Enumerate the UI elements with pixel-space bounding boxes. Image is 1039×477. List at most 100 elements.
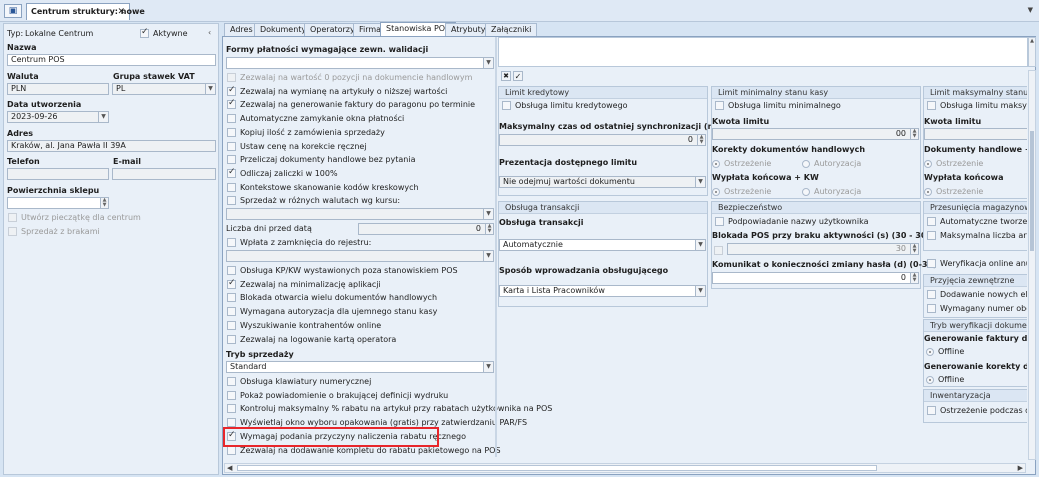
spinner-icon[interactable]: ▲ ▼ <box>910 273 918 283</box>
vat-select[interactable]: PL ▼ <box>112 83 216 95</box>
option-checkbox[interactable]: Przeliczaj dokumenty handlowe bez pytani… <box>227 154 415 165</box>
checkbox-icon <box>927 101 936 110</box>
sposob-select[interactable]: Karta i Lista Pracowników ▼ <box>499 285 706 297</box>
korekty-ostrzezenie-radio[interactable]: Ostrzeżenie <box>712 159 771 168</box>
tab-zalaczniki[interactable]: Załączniki <box>485 23 538 36</box>
blokada-checkbox[interactable] <box>714 246 723 255</box>
adres-input[interactable]: Kraków, al. Jana Pawła II 39A <box>7 140 216 152</box>
option-checkbox[interactable]: Obsługa klawiatury numerycznej <box>227 376 371 387</box>
option-checkbox[interactable]: Wymagana autoryzacja dla ujemnego stanu … <box>227 306 437 317</box>
weryf-checkbox[interactable]: Weryfikacja online anulowania <box>927 259 1027 268</box>
main-vertical-scrollbar[interactable] <box>1028 70 1036 460</box>
limit-kredytowy-checkbox[interactable]: Obsługa limitu kredytowego <box>502 101 628 110</box>
obsluga-select[interactable]: Automatycznie ▼ <box>499 239 706 251</box>
wyplata-autoryzacja-radio[interactable]: Autoryzacja <box>802 187 861 196</box>
korekty-autoryzacja-radio[interactable]: Autoryzacja <box>802 159 861 168</box>
limit-maksymalny-checkbox[interactable]: Obsługa limitu maksymalnego <box>927 101 1027 110</box>
waluty-select[interactable]: ▼ <box>226 208 494 220</box>
email-input[interactable] <box>112 168 216 180</box>
aktywne-checkbox[interactable]: Aktywne <box>140 27 188 38</box>
chevron-down-icon[interactable]: ▼ <box>695 286 705 296</box>
option-checkbox[interactable]: Automatyczne zamykanie okna płatności <box>227 113 404 124</box>
horizontal-scrollbar[interactable]: ◀ ▶ <box>224 463 1026 473</box>
spinner-icon[interactable]: ▲ ▼ <box>485 224 493 234</box>
option-checkbox[interactable]: Wyszukiwanie kontrahentów online <box>227 320 381 331</box>
przyj-2-checkbox[interactable]: Wymagany numer obcy na dokumencie <box>927 304 1027 313</box>
chevron-down-icon[interactable]: ▼ <box>695 177 705 187</box>
vertical-scrollbar[interactable] <box>495 37 497 457</box>
option-checkbox[interactable]: Blokada otwarcia wielu dokumentów handlo… <box>227 292 437 303</box>
chevron-down-icon[interactable]: ▼ <box>205 84 215 94</box>
gen-korekty-offline-radio[interactable]: Offline <box>926 375 964 384</box>
komunikat-input[interactable]: 0 ▲ ▼ <box>712 272 919 284</box>
wplata-checkbox[interactable]: Wpłata z zamknięcia do rejestru: <box>227 237 371 248</box>
close-icon[interactable]: ✕ <box>117 4 125 20</box>
scroll-right-icon[interactable]: ▶ <box>1018 464 1023 472</box>
chevron-down-icon[interactable]: ▼ <box>483 362 493 372</box>
wplata-label: Wpłata z zamknięcia do rejestru: <box>240 238 372 247</box>
powierzchnia-input[interactable]: ▲ ▼ <box>7 197 109 209</box>
chevron-down-icon[interactable]: ▼ <box>483 251 493 261</box>
spinner-icon[interactable]: ▲ ▼ <box>697 135 705 145</box>
option-checkbox[interactable]: Obsługa KP/KW wystawionych poza stanowis… <box>227 265 458 276</box>
maxczas-input[interactable]: 0 ▲ ▼ <box>499 134 706 146</box>
spinner-icon[interactable]: ▲ ▼ <box>910 244 918 254</box>
option-checkbox[interactable]: Ustaw cenę na korekcie ręcznej <box>227 141 367 152</box>
kwota-input[interactable]: 00 ▲ ▼ <box>712 128 919 140</box>
option-checkbox[interactable]: Odliczaj zaliczki w 100% <box>227 167 338 179</box>
spinner-icon[interactable]: ▲ ▼ <box>910 129 918 139</box>
option-checkbox[interactable]: Zezwalaj na logowanie kartą operatora <box>227 334 396 345</box>
confirm-icon[interactable]: ✓ <box>513 71 523 81</box>
scrollbar-thumb[interactable] <box>237 465 877 471</box>
dni-input[interactable]: 0 ▲ ▼ <box>358 223 494 235</box>
wyplata-koncowa-radio[interactable]: Ostrzeżenie <box>924 187 983 196</box>
option-checkbox[interactable]: Pokaż powiadomienie o brakującej definic… <box>227 390 448 401</box>
formy-select[interactable]: ▼ <box>226 57 494 69</box>
option-checkbox[interactable]: Zezwalaj na minimalizację aplikacji <box>227 278 381 290</box>
cancel-icon[interactable]: ✖ <box>501 71 511 81</box>
scrollbar-thumb[interactable] <box>1030 131 1034 251</box>
sprzedaz-braki-checkbox[interactable]: Sprzedaż z brakami <box>8 227 100 236</box>
chevron-down-icon[interactable]: ▼ <box>98 112 108 122</box>
blokada-input[interactable]: 30 ▲ ▼ <box>727 243 919 255</box>
option-checkbox[interactable]: Zezwalaj na wartość 0 pozycji na dokumen… <box>227 72 472 83</box>
option-checkbox[interactable]: Kontekstowe skanowanie kodów kreskowych <box>227 182 419 193</box>
dokumenty-ostrzezenie-radio[interactable]: Ostrzeżenie <box>924 159 983 168</box>
spinner-icon[interactable]: ▲ ▼ <box>100 198 108 208</box>
telefon-input[interactable] <box>7 168 109 180</box>
option-label: Kopiuj ilość z zamówienia sprzedaży <box>240 127 385 137</box>
description-scrollbar[interactable]: ▲ <box>1028 37 1036 67</box>
kwota-max-input[interactable] <box>924 128 1027 140</box>
chevron-down-icon[interactable]: ▼ <box>483 58 493 68</box>
option-checkbox[interactable]: Sprzedaż w różnych walutach wg kursu: <box>227 195 400 206</box>
app-menu-icon[interactable]: ▣ <box>4 4 22 18</box>
scroll-left-icon[interactable]: ◀ <box>227 464 232 472</box>
limit-minimalny-checkbox[interactable]: Obsługa limitu minimalnego <box>715 101 841 110</box>
przyj-1-checkbox[interactable]: Dodawanie nowych elementów <box>927 290 1027 299</box>
przes-1-checkbox[interactable]: Automatyczne tworzenie MM <box>927 217 1027 226</box>
description-area[interactable] <box>498 37 1028 67</box>
document-tab[interactable]: Centrum struktury: nowe ✕ <box>26 3 145 20</box>
bezp-checkbox[interactable]: Podpowiadanie nazwy użytkownika <box>715 217 869 226</box>
nazwa-input[interactable]: Centrum POS <box>7 54 216 66</box>
chevron-down-icon[interactable]: ▼ <box>483 209 493 219</box>
option-checkbox[interactable]: Zezwalaj na wymianę na artykuły o niższe… <box>227 85 447 97</box>
wyplata-ostrzezenie-radio[interactable]: Ostrzeżenie <box>712 187 771 196</box>
limit-kredytowy-label: Obsługa limitu kredytowego <box>515 101 628 110</box>
pieczatka-checkbox[interactable]: Utwórz pieczątkę dla centrum <box>8 213 141 222</box>
option-checkbox[interactable]: Kontroluj maksymalny % rabatu na artykuł… <box>227 403 552 414</box>
wplata-select[interactable]: ▼ <box>226 250 494 262</box>
collapse-icon[interactable]: ‹ <box>208 28 211 37</box>
data-input[interactable]: 2023-09-26 ▼ <box>7 111 109 123</box>
inwent-1-checkbox[interactable]: Ostrzeżenie podczas dodawania <box>927 406 1027 415</box>
option-checkbox[interactable]: Kopiuj ilość z zamówienia sprzedaży <box>227 127 385 138</box>
waluta-input[interactable]: PLN <box>7 83 109 95</box>
ostrzezenie-label: Ostrzeżenie <box>936 159 984 168</box>
chevron-down-icon[interactable]: ▼ <box>1028 6 1033 14</box>
option-checkbox[interactable]: Zezwalaj na generowanie faktury do parag… <box>227 98 475 110</box>
tryb-select[interactable]: Standard ▼ <box>226 361 494 373</box>
prezentacja-select[interactable]: Nie odejmuj wartości dokumentu ▼ <box>499 176 706 188</box>
przes-2-checkbox[interactable]: Maksymalna liczba artykułów <box>927 231 1027 240</box>
gen-faktury-offline-radio[interactable]: Offline <box>926 347 964 356</box>
chevron-down-icon[interactable]: ▼ <box>695 240 705 250</box>
